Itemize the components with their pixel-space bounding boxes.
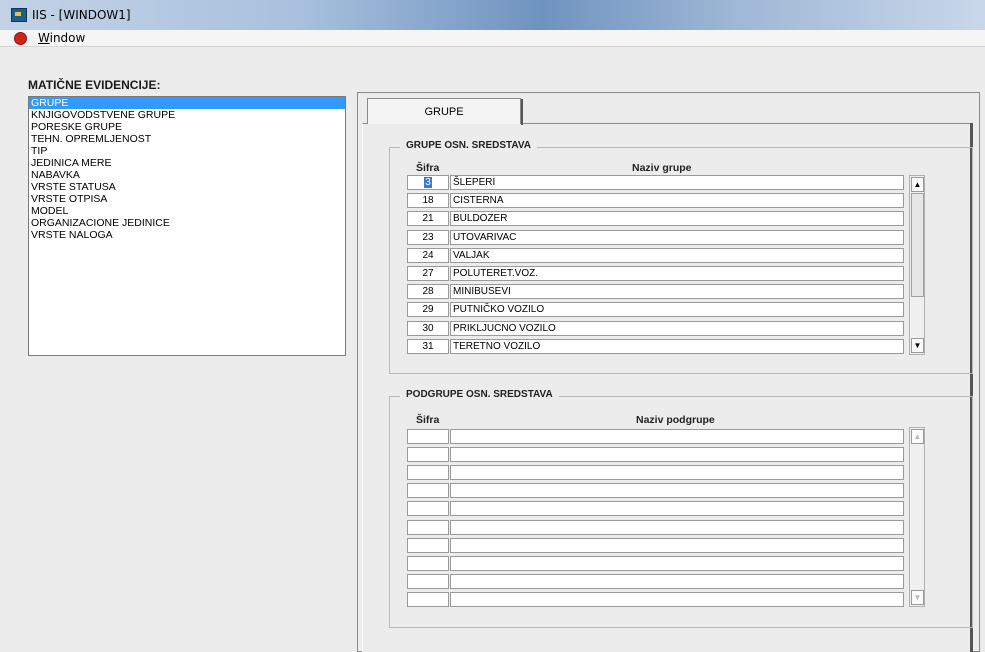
code-cell[interactable]: 27 (407, 266, 449, 281)
list-item[interactable]: JEDINICA MERE (29, 157, 345, 169)
scroll-down-icon[interactable]: ▼ (911, 590, 924, 605)
name-cell[interactable] (450, 483, 904, 499)
list-item[interactable]: VRSTE OTPISA (29, 193, 345, 205)
list-item[interactable]: VRSTE NALOGA (29, 229, 345, 241)
section-title: MATIČNE EVIDENCIJE: (28, 78, 161, 92)
list-item[interactable]: NABAVKA (29, 169, 345, 181)
menu-item-window-accelerator: W (38, 31, 50, 45)
menu-item-window[interactable]: Window (38, 31, 85, 45)
code-cell[interactable] (407, 447, 449, 463)
scroll-down-icon[interactable]: ▼ (911, 338, 924, 353)
name-cell[interactable] (450, 591, 904, 607)
code-cell[interactable] (407, 429, 449, 444)
window-menu-icon[interactable] (14, 32, 27, 45)
name-cell[interactable]: CISTERNA (450, 193, 904, 209)
code-cell[interactable] (407, 555, 449, 571)
code-cell[interactable] (407, 465, 449, 481)
groups-col-name-header: Naziv grupe (632, 162, 692, 174)
menu-item-window-label: indow (49, 31, 86, 45)
code-cell[interactable]: 18 (407, 193, 449, 209)
code-cell-text: 3 (424, 177, 432, 188)
name-cell[interactable]: ŠLEPERI (450, 175, 904, 190)
name-cell[interactable] (450, 429, 904, 444)
subgroups-scrollbar[interactable]: ▲ ▼ (909, 427, 925, 607)
name-cell[interactable]: TERETNO VOZILO (450, 338, 904, 354)
code-cell[interactable]: 21 (407, 211, 449, 227)
title-bar: IIS - [WINDOW1] (0, 0, 985, 30)
code-cell[interactable]: 29 (407, 302, 449, 318)
code-cell[interactable]: 23 (407, 229, 449, 245)
subgroups-col-code-header: Šifra (416, 414, 440, 426)
code-cell[interactable] (407, 519, 449, 535)
window-title: IIS - [WINDOW1] (32, 8, 131, 22)
name-cell[interactable]: PRIKLJUCNO VOZILO (450, 320, 904, 336)
name-cell[interactable] (450, 555, 904, 571)
code-cell[interactable]: 28 (407, 284, 449, 300)
name-cell[interactable]: UTOVARIVAC (450, 229, 904, 245)
list-item[interactable]: TEHN. OPREMLJENOST (29, 133, 345, 145)
list-item[interactable]: TIP (29, 145, 345, 157)
name-cell[interactable]: VALJAK (450, 247, 904, 263)
code-cell[interactable] (407, 501, 449, 517)
name-cell[interactable]: POLUTERET.VOZ. (450, 266, 904, 281)
groups-scrollbar[interactable]: ▲ ▼ (909, 175, 925, 355)
name-cell[interactable] (450, 573, 904, 589)
list-item[interactable]: VRSTE STATUSA (29, 181, 345, 193)
name-cell[interactable]: BULDOZER (450, 211, 904, 227)
code-cell[interactable]: 3 (407, 175, 449, 190)
code-cell[interactable] (407, 591, 449, 607)
name-cell[interactable]: PUTNIČKO VOZILO (450, 302, 904, 318)
groups-col-code-header: Šifra (416, 162, 440, 174)
name-cell[interactable] (450, 519, 904, 535)
scroll-up-icon[interactable]: ▲ (911, 429, 924, 444)
name-cell[interactable]: MINIBUSEVI (450, 284, 904, 300)
name-cell[interactable] (450, 465, 904, 481)
tab-grupe[interactable]: GRUPE (367, 98, 523, 125)
app-icon[interactable] (11, 8, 27, 22)
list-item[interactable]: MODEL (29, 205, 345, 217)
name-cell[interactable] (450, 537, 904, 553)
records-listbox[interactable]: GRUPE KNJIGOVODSTVENE GRUPE PORESKE GRUPE T… (28, 96, 346, 356)
subgroups-col-name-header: Naziv podgrupe (636, 414, 715, 426)
scroll-up-icon[interactable]: ▲ (911, 177, 924, 192)
list-item[interactable]: GRUPE (29, 97, 345, 109)
code-cell[interactable]: 24 (407, 247, 449, 263)
groups-legend: GRUPE OSN. SREDSTAVA (400, 140, 538, 151)
list-item[interactable]: ORGANIZACIONE JEDINICE (29, 217, 345, 229)
menu-bar: Window (0, 30, 985, 47)
list-item[interactable]: KNJIGOVODSTVENE GRUPE (29, 109, 345, 121)
groups-scroll-thumb[interactable] (911, 193, 924, 297)
code-cell[interactable]: 31 (407, 338, 449, 354)
code-cell[interactable]: 30 (407, 320, 449, 336)
list-item[interactable]: PORESKE GRUPE (29, 121, 345, 133)
code-cell[interactable] (407, 483, 449, 499)
code-cell[interactable] (407, 537, 449, 553)
name-cell[interactable] (450, 447, 904, 463)
subgroups-legend: PODGRUPE OSN. SREDSTAVA (400, 389, 559, 400)
code-cell[interactable] (407, 573, 449, 589)
name-cell[interactable] (450, 501, 904, 517)
